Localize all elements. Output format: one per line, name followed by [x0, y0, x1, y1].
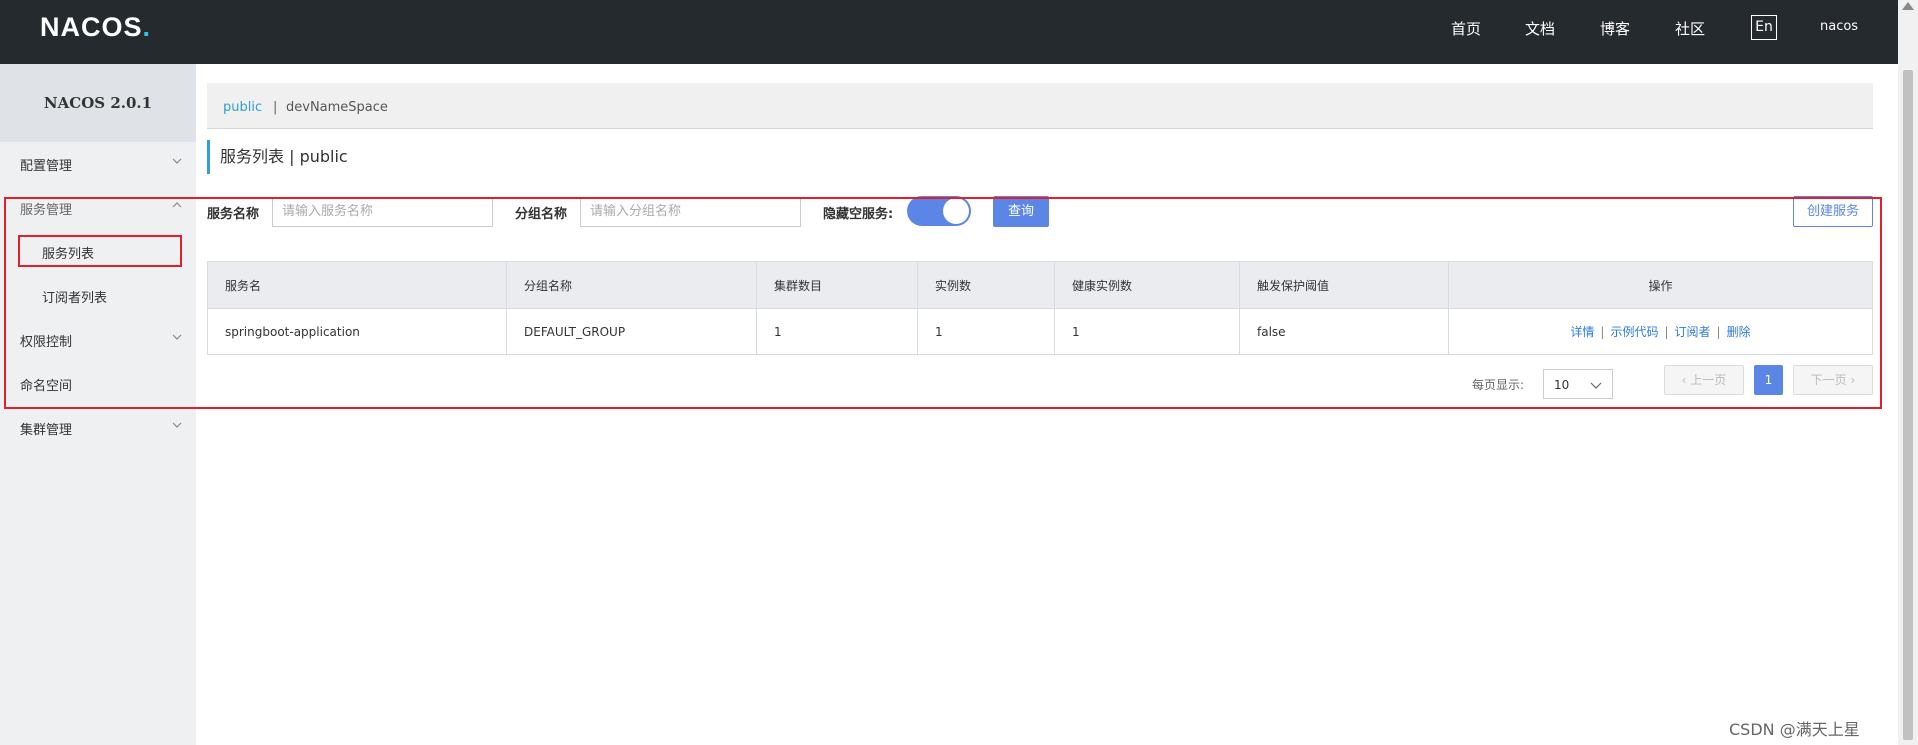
sidebar-version-title: NACOS 2.0.1 [0, 64, 196, 142]
namespace-public-link[interactable]: public [223, 100, 262, 115]
user-menu[interactable]: nacos [1820, 19, 1858, 34]
logo-text: NACOS [40, 12, 143, 42]
highlight-box-main [4, 197, 1882, 409]
namespace-bar: public | devNameSpace [207, 83, 1873, 129]
chevron-down-icon [172, 158, 182, 164]
vertical-scrollbar[interactable] [1898, 0, 1918, 745]
logo-dot: . [142, 12, 152, 42]
nav-blog-link[interactable]: 博客 [1600, 18, 1630, 39]
sidebar-item-cluster-management[interactable]: 集群管理 [0, 406, 196, 450]
sidebar-item-label: 集群管理 [20, 423, 73, 438]
scroll-up-arrow-icon[interactable] [1902, 2, 1914, 10]
top-navigation-bar: NACOS. 首页 文档 博客 社区 En nacos [0, 0, 1898, 64]
namespace-devnamespace-link[interactable]: devNameSpace [286, 100, 388, 115]
csdn-watermark: CSDN @满天上星 [1729, 720, 1860, 739]
language-switch-button[interactable]: En [1751, 15, 1777, 40]
nav-docs-link[interactable]: 文档 [1525, 18, 1555, 39]
namespace-separator: | [273, 100, 278, 115]
scrollbar-thumb[interactable] [1903, 70, 1913, 740]
nav-community-link[interactable]: 社区 [1675, 18, 1705, 39]
chevron-down-icon [172, 422, 182, 428]
page-title: 服务列表 | public [207, 140, 348, 174]
nacos-logo[interactable]: NACOS. [40, 12, 151, 43]
nav-home-link[interactable]: 首页 [1451, 18, 1481, 39]
sidebar-item-label: 配置管理 [20, 159, 73, 174]
sidebar-item-config-management[interactable]: 配置管理 [0, 142, 196, 186]
